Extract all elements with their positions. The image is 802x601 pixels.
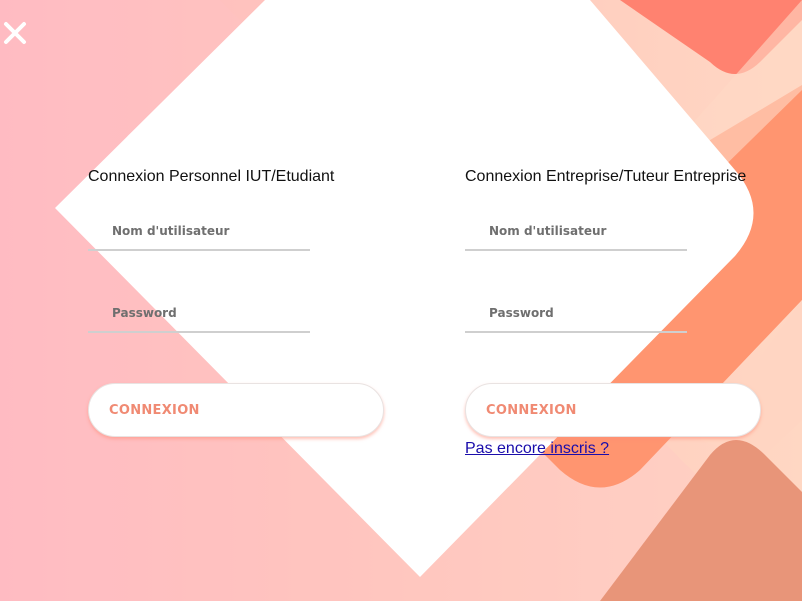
close-icon — [4, 22, 26, 44]
entreprise-password-input[interactable] — [465, 295, 687, 331]
personnel-connexion-label: CONNEXION — [109, 402, 200, 418]
register-link[interactable]: Pas encore inscris ? — [465, 440, 609, 458]
personnel-username-input[interactable] — [88, 213, 310, 249]
close-button[interactable] — [3, 21, 27, 45]
personnel-password-field — [88, 295, 310, 333]
personnel-login-form: Connexion Personnel IUT/Etudiant CONNEXI… — [88, 166, 384, 437]
entreprise-username-field — [465, 213, 687, 251]
login-page: Connexion Personnel IUT/Etudiant CONNEXI… — [0, 0, 802, 601]
personnel-login-title: Connexion Personnel IUT/Etudiant — [88, 168, 335, 185]
personnel-username-field — [88, 213, 310, 251]
entreprise-login-form: Connexion Entreprise/Tuteur Entreprise C… — [465, 166, 761, 457]
entreprise-password-field — [465, 295, 687, 333]
entreprise-login-title: Connexion Entreprise/Tuteur Entreprise — [465, 168, 747, 185]
entreprise-connexion-label: CONNEXION — [486, 402, 577, 418]
personnel-password-input[interactable] — [88, 295, 310, 331]
entreprise-connexion-button[interactable]: CONNEXION — [465, 383, 761, 437]
entreprise-username-input[interactable] — [465, 213, 687, 249]
personnel-connexion-button[interactable]: CONNEXION — [88, 383, 384, 437]
